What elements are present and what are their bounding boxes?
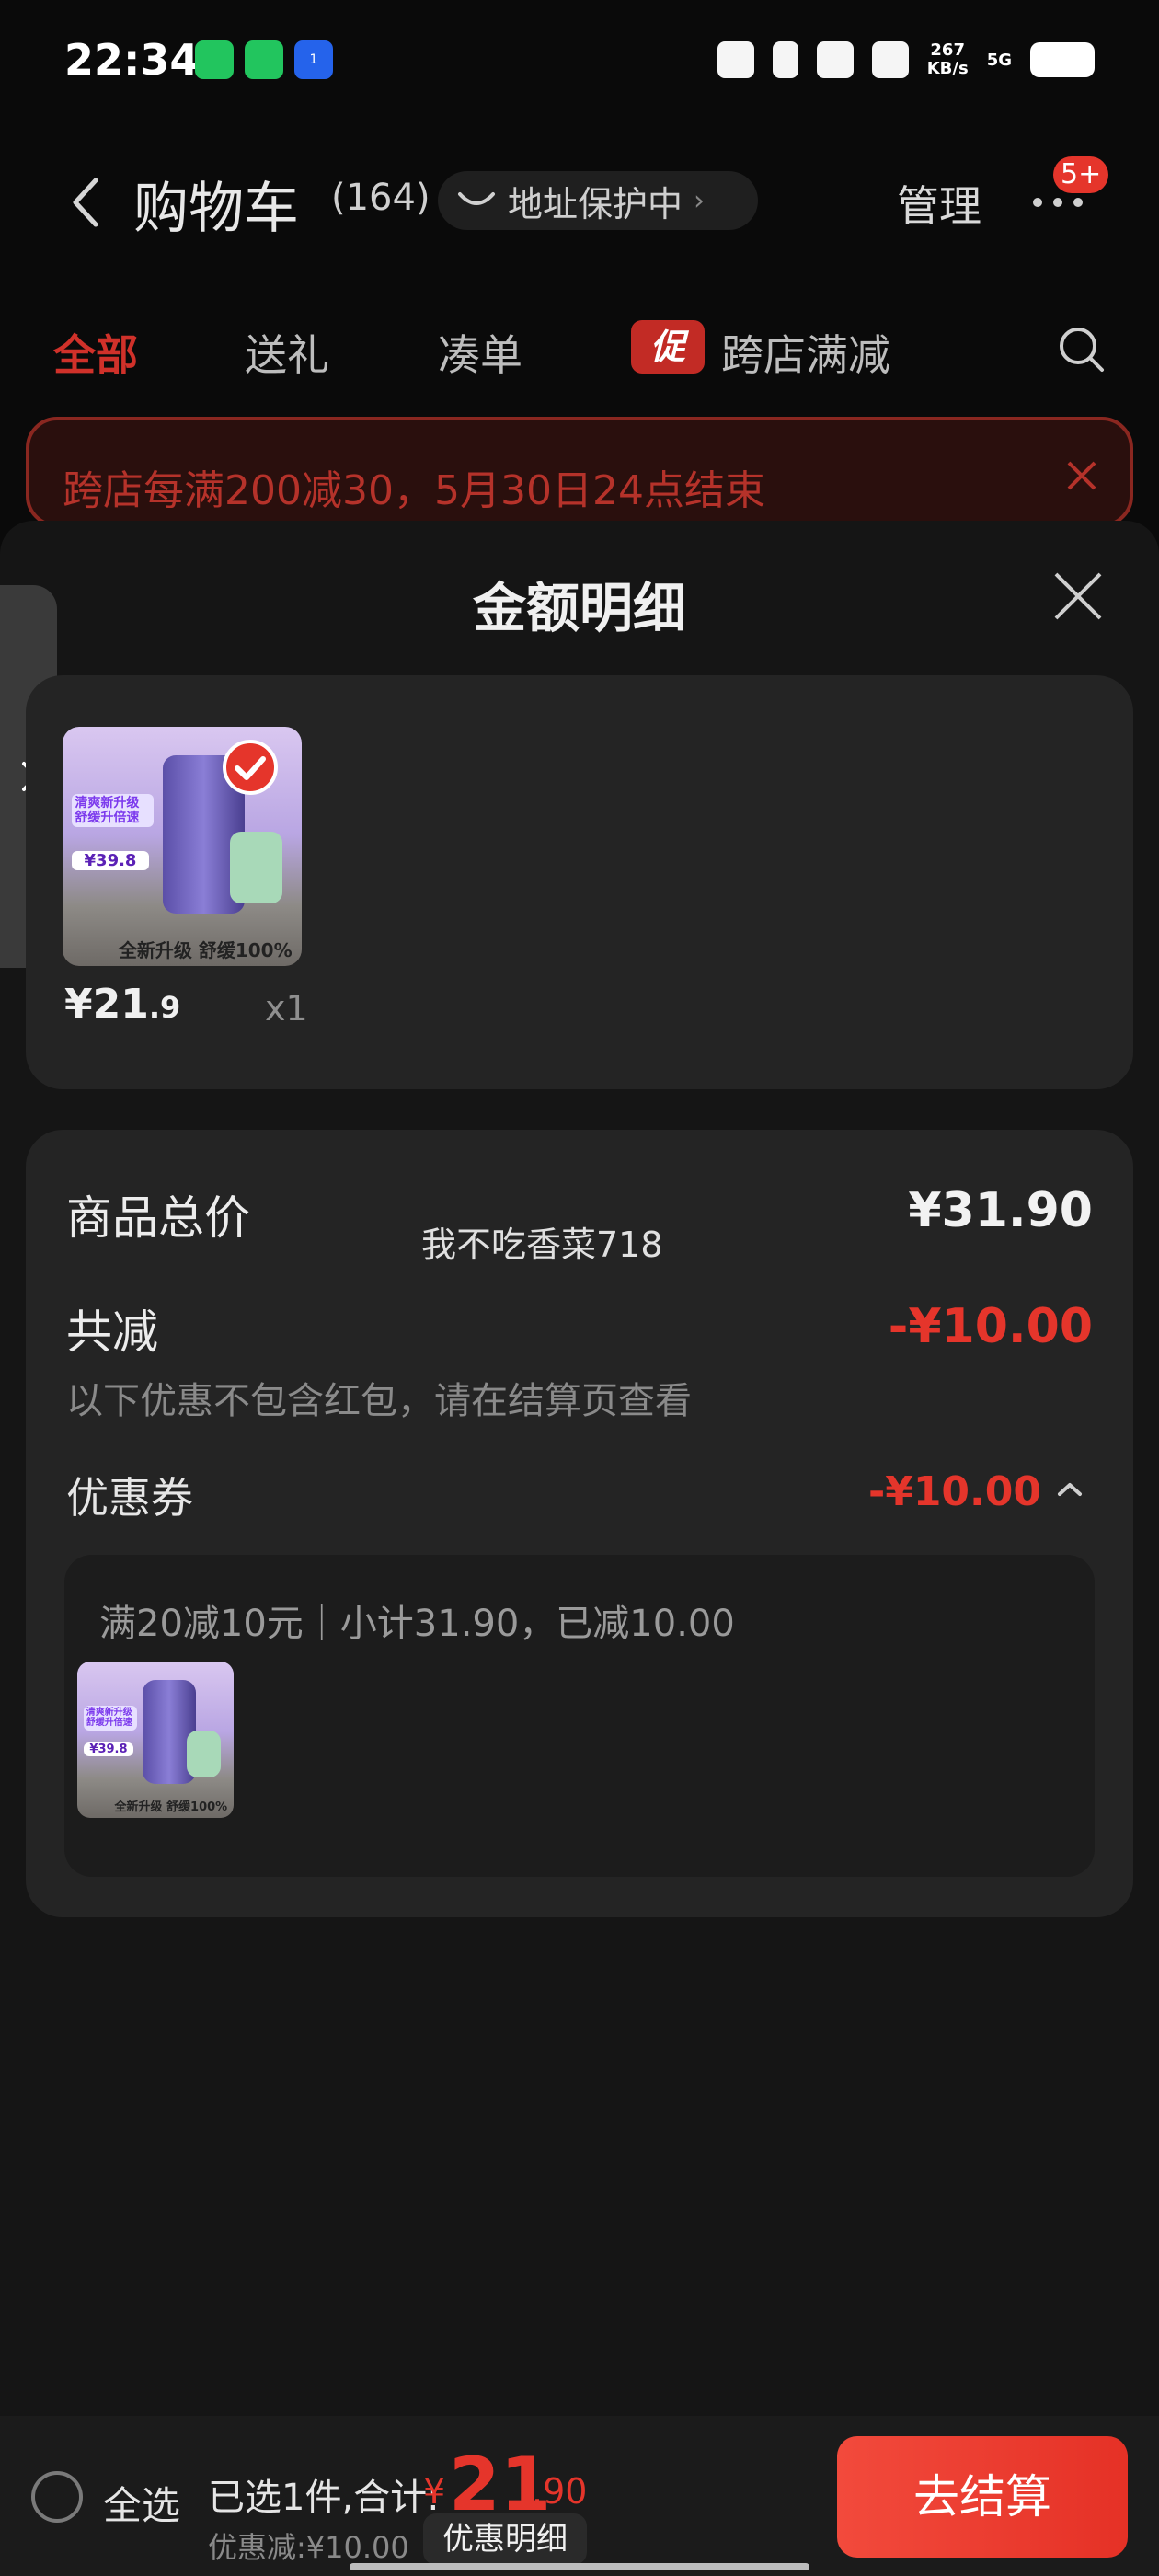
tab-all[interactable]: 全部 xyxy=(53,322,138,383)
discount-detail-button[interactable]: 优惠明细 xyxy=(423,2513,587,2565)
more-icon[interactable] xyxy=(1030,193,1085,212)
thumb-slogan: 全新升级 舒缓100% xyxy=(114,1800,228,1815)
tab-gift[interactable]: 送礼 xyxy=(245,322,329,383)
select-all-label[interactable]: 全选 xyxy=(103,2475,180,2531)
wechat-icon xyxy=(245,40,283,79)
cart-count: (164) xyxy=(331,177,430,219)
total-price-label: 商品总价 xyxy=(66,1191,250,1245)
manage-button[interactable]: 管理 xyxy=(897,173,981,234)
thumb-slogan: 全新升级 舒缓100% xyxy=(118,938,293,961)
notification-badge: 5+ xyxy=(1053,156,1109,193)
item-price: ¥21.9 xyxy=(64,981,180,1028)
close-icon[interactable] xyxy=(1050,569,1106,624)
item-quantity: x1 xyxy=(265,988,308,1029)
thumb-price: ¥39.8 xyxy=(83,1742,134,1757)
header: 购物车 (164) 地址保护中 › 管理 5+ xyxy=(0,156,1159,248)
select-all-checkbox[interactable] xyxy=(31,2471,83,2523)
speed-value: 267 xyxy=(930,40,965,60)
coupon-value[interactable]: -¥10.00 xyxy=(868,1468,1041,1515)
page-title: 购物车 xyxy=(133,177,299,241)
sheet-title: 金额明细 xyxy=(472,577,686,639)
product-cap xyxy=(187,1730,222,1777)
item-price-int: ¥21 xyxy=(64,981,149,1028)
product-cap xyxy=(230,832,283,904)
coupon-label: 优惠券 xyxy=(66,1473,193,1523)
speed-unit: KB/s xyxy=(926,59,969,78)
saved-amount-text: 优惠减:¥10.00 xyxy=(208,2530,409,2565)
back-icon[interactable] xyxy=(64,175,110,230)
mic-icon xyxy=(772,41,798,78)
close-icon[interactable] xyxy=(1063,457,1100,494)
selected-items-card: 清爽新升级 舒缓升倍速 ¥39.8 全新升级 舒缓100% ¥21.9 x1 xyxy=(26,675,1133,1089)
checkout-bar: 全选 已选1件,合计: ¥ 21 .90 优惠减:¥10.00 优惠明细 去结算 xyxy=(0,2416,1159,2576)
promo-banner: 跨店每满200减30，5月30日24点结束 xyxy=(26,417,1133,527)
chevron-right-icon: › xyxy=(694,184,706,217)
tab-bar: 全部 送礼 凑单 促 跨店满减 xyxy=(0,304,1159,396)
total-discount-value: -¥10.00 xyxy=(888,1299,1093,1354)
search-icon[interactable] xyxy=(1056,324,1107,375)
thumb-price: ¥39.8 xyxy=(72,851,149,871)
alarm-icon xyxy=(717,41,754,78)
wechat-icon xyxy=(195,40,234,79)
tab-cross-store[interactable]: 跨店满减 xyxy=(721,322,890,383)
camera-icon xyxy=(816,41,854,78)
truck-icon xyxy=(458,192,495,205)
checkout-button[interactable]: 去结算 xyxy=(837,2436,1128,2558)
thumb-label: 清爽新升级 舒缓升倍速 xyxy=(72,793,154,827)
battery-icon xyxy=(1030,42,1095,77)
promo-banner-text: 跨店每满200减30，5月30日24点结束 xyxy=(63,467,765,514)
item-price-dec: .9 xyxy=(148,990,181,1025)
radio-icon: 1 xyxy=(294,40,333,79)
coupon-detail-text: 满20减10元｜小计31.90，已减10.00 xyxy=(99,1603,735,1645)
total-price-value: ¥31.90 xyxy=(908,1183,1093,1238)
network-type: 5G xyxy=(986,50,1012,70)
selected-count-text: 已选1件,合计: xyxy=(208,2477,440,2519)
total-currency: ¥ xyxy=(423,2471,446,2512)
coupon-product-image[interactable]: 清爽新升级 舒缓升倍速 ¥39.8 全新升级 舒缓100% xyxy=(77,1662,234,1818)
address-protection-pill[interactable]: 地址保护中 › xyxy=(438,171,758,230)
thumb-label: 清爽新升级 舒缓升倍速 xyxy=(83,1705,137,1731)
total-discount-label: 共减 xyxy=(66,1305,158,1359)
address-protection-text: 地址保护中 xyxy=(508,183,683,224)
promo-tag: 促 xyxy=(631,320,705,374)
status-time: 22:34 xyxy=(64,35,200,85)
total-amount-dec: .90 xyxy=(532,2471,588,2512)
watermark: 我不吃香菜718 xyxy=(421,1225,663,1265)
network-speed: 267 KB/s xyxy=(927,41,969,78)
chevron-up-icon[interactable] xyxy=(1054,1479,1085,1500)
home-indicator[interactable] xyxy=(350,2563,809,2570)
discount-note: 以下优惠不包含红包，请在结算页查看 xyxy=(66,1380,692,1422)
status-bar: 22:34 1 267 KB/s 5G xyxy=(0,0,1159,120)
status-indicators: 267 KB/s 5G xyxy=(717,37,1095,83)
check-icon xyxy=(223,740,278,795)
tab-bundle[interactable]: 凑单 xyxy=(438,322,522,383)
bed-icon xyxy=(871,41,909,78)
